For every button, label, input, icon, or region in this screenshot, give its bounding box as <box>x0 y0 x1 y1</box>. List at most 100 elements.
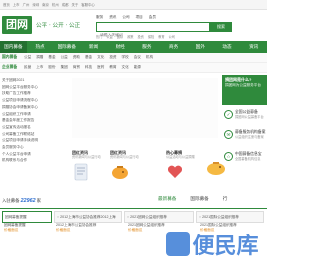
nav-item[interactable]: 财经 <box>107 41 134 53</box>
sub-nav-link[interactable]: 投资 <box>109 55 116 60</box>
sub-nav-link[interactable]: 文化 <box>97 55 104 60</box>
tab-more[interactable]: 行 <box>223 196 228 202</box>
top-bar: 首页 上市 广州 深圳 南京 杭州 成都 关于 客服中心 <box>0 0 267 10</box>
sub-nav-link[interactable]: 捐赠 <box>36 55 43 60</box>
top-bar-link[interactable]: 关于 <box>71 2 78 7</box>
left-list-link[interactable]: 公司募备工作联络站 <box>0 132 70 136</box>
tab-international[interactable]: 国际募备 <box>190 196 208 202</box>
site-logo[interactable]: 团网 <box>2 16 32 34</box>
sub-nav-link[interactable]: 上市 <box>36 65 43 70</box>
sub-nav-link[interactable]: 科技 <box>85 65 92 70</box>
left-list-link[interactable]: 团网公益平台服务中心 <box>0 85 70 89</box>
search-scope-tab[interactable]: 服务 <box>96 15 103 20</box>
hot-word-link[interactable]: 热门 <box>96 34 102 39</box>
hot-word-link[interactable]: 投资 <box>138 34 144 39</box>
search-scope-tab[interactable]: 项目 <box>136 15 143 20</box>
tab-latest[interactable]: 最新募备 <box>158 196 176 202</box>
sub-nav-row: 国内募备 公益 捐赠 基金 公益 资助 基金 文化 投资 学校 会议 机构 <box>0 53 267 63</box>
search-scope-tab[interactable]: 资讯 <box>109 15 116 20</box>
watermark-text: 便民库 <box>192 233 259 259</box>
item-tab[interactable]: × 2021国际公益组织推荐 <box>196 211 264 223</box>
top-bar-link[interactable]: 上市 <box>13 2 20 7</box>
sidebar-item[interactable]: ✓ 全国公益募备 捐团网公益募备平台 <box>222 108 267 128</box>
sub-nav-link[interactable]: 基金 <box>85 55 92 60</box>
mail-icon: ✉ <box>224 130 233 139</box>
feature-subtitle: 资讯新闻与公益行动 <box>110 155 139 159</box>
top-bar-link[interactable]: 成都 <box>62 2 69 7</box>
sub-nav-link[interactable]: 教育 <box>109 65 116 70</box>
hot-word-link[interactable]: 保险 <box>148 34 154 39</box>
search-button[interactable]: 搜索 <box>210 22 232 32</box>
sub-nav-link[interactable]: 基金 <box>48 55 55 60</box>
sidebar-item[interactable]: ☆ 中国募备信息宝 全国募备机构信息 <box>222 150 267 170</box>
left-list-link[interactable]: 基金会年度工作报告 <box>0 118 70 122</box>
nav-item[interactable]: 国外 <box>187 41 214 53</box>
nav-item[interactable]: 国内募备 <box>0 41 27 53</box>
left-list-link[interactable]: 公益组织工作申请 <box>0 112 70 116</box>
top-bar-link[interactable]: 广州 <box>23 2 30 7</box>
sub-nav-link[interactable]: 学校 <box>122 55 129 60</box>
left-list-link[interactable]: 扶助广告工作推荐 <box>0 91 70 95</box>
item-tab[interactable]: × 2021团网公益组织推荐 <box>124 211 194 223</box>
left-list-link[interactable]: 公益项目申请手续说明 <box>0 138 70 142</box>
sidebar-item[interactable]: ✉ 募备服务机构备案 公益组织注册与备案 <box>222 128 267 148</box>
hot-word-link[interactable]: 公益 <box>106 34 112 39</box>
hot-word-link[interactable]: 公司 <box>169 34 175 39</box>
left-list-link[interactable]: 会员服务中心 <box>0 145 70 149</box>
nav-item[interactable]: 资讯 <box>240 41 267 53</box>
close-icon[interactable]: × <box>199 212 201 222</box>
item-tab[interactable]: 团网募备提醒 <box>2 211 52 223</box>
item-detail[interactable]: 2012上海市公益协会推荐 价格面议 <box>56 223 96 233</box>
sub-nav-link[interactable]: 股份 <box>48 65 55 70</box>
count-unit: 家 <box>36 198 41 203</box>
count-value: 22962 <box>20 198 36 204</box>
sub-nav-link[interactable]: 公益 <box>24 55 31 60</box>
sub-nav-link[interactable]: 资助 <box>73 55 80 60</box>
top-bar-link[interactable]: 杭州 <box>52 2 59 7</box>
nav-item[interactable]: 服务 <box>134 41 161 53</box>
nav-item[interactable]: 商务 <box>160 41 187 53</box>
sub-nav-category[interactable]: 企业募备 <box>2 65 24 70</box>
top-bar-link[interactable]: 深圳 <box>32 2 39 7</box>
close-icon[interactable]: × <box>127 212 129 222</box>
left-list-link[interactable]: 个人公益平台申请 <box>0 152 70 156</box>
left-list-link[interactable]: 机构联系与合作 <box>0 158 70 162</box>
site-slogan: 公平 · 公开 · 公正 <box>36 23 81 29</box>
sub-nav-link[interactable]: 集团 <box>61 65 68 70</box>
nav-item[interactable]: 国际募备 <box>53 41 80 53</box>
search-scope-tab[interactable]: 公司 <box>122 15 129 20</box>
sub-nav-category[interactable]: 国内募备 <box>2 55 24 60</box>
sub-nav-link[interactable]: 能源 <box>134 65 141 70</box>
nav-item[interactable]: 动态 <box>214 41 241 53</box>
sub-nav-link[interactable]: 商贸 <box>73 65 80 70</box>
close-icon[interactable]: × <box>57 212 59 222</box>
category-tabs: 最新募备 国际募备 行 <box>158 196 227 202</box>
sidebar-header[interactable]: 捐团网是什么? 捐团网为公益服务平台 <box>222 75 267 105</box>
left-list-link[interactable]: 捐赠协会申请备案中心 <box>0 105 70 109</box>
search-scope-tab[interactable]: 会员 <box>149 15 156 20</box>
sub-nav-row: 企业募备 民营 上市 股份 集团 商贸 科技 医药 教育 文化 能源 <box>0 63 267 73</box>
top-bar-link[interactable]: 南京 <box>42 2 49 7</box>
hot-word-link[interactable]: 政策 <box>127 34 133 39</box>
sub-nav-link[interactable]: 医药 <box>97 65 104 70</box>
feature-block[interactable]: 热心募捐 公益活动与公益捐赠 <box>166 150 216 185</box>
top-bar-link[interactable]: 客服中心 <box>81 2 95 7</box>
sub-nav-link[interactable]: 机构 <box>146 55 153 60</box>
top-bar-link[interactable]: 首页 <box>3 2 10 7</box>
left-link-list: 关于团网2021 团网公益平台服务中心 扶助广告工作推荐 公益项目申请流程中心 捐赠协会… <box>0 78 70 178</box>
item-detail[interactable]: 团网募备提醒 价格面议 <box>4 223 26 233</box>
left-list-link[interactable]: 公益宣传活动报名 <box>0 125 70 129</box>
item-tab[interactable]: × 2012上海市公益协会推荐2012上海 <box>54 211 122 223</box>
hot-word-link[interactable]: 国际 <box>117 34 123 39</box>
sub-nav-link[interactable]: 公益 <box>61 55 68 60</box>
sub-nav-link[interactable]: 会议 <box>134 55 141 60</box>
left-list-link[interactable]: 公益项目申请流程中心 <box>0 98 70 102</box>
hot-word-link[interactable]: 教育 <box>158 34 164 39</box>
nav-item[interactable]: 新闻 <box>80 41 107 53</box>
sub-nav-link[interactable]: 民营 <box>24 65 31 70</box>
sub-nav-link[interactable]: 文化 <box>122 65 129 70</box>
left-list-link[interactable]: 关于团网2021 <box>0 78 70 82</box>
feature-block[interactable]: 团红资讯 资讯新闻与公益行动 <box>110 150 160 185</box>
nav-item[interactable]: 热点 <box>27 41 54 53</box>
item-tab-label: 团网募备提醒 <box>5 215 27 219</box>
